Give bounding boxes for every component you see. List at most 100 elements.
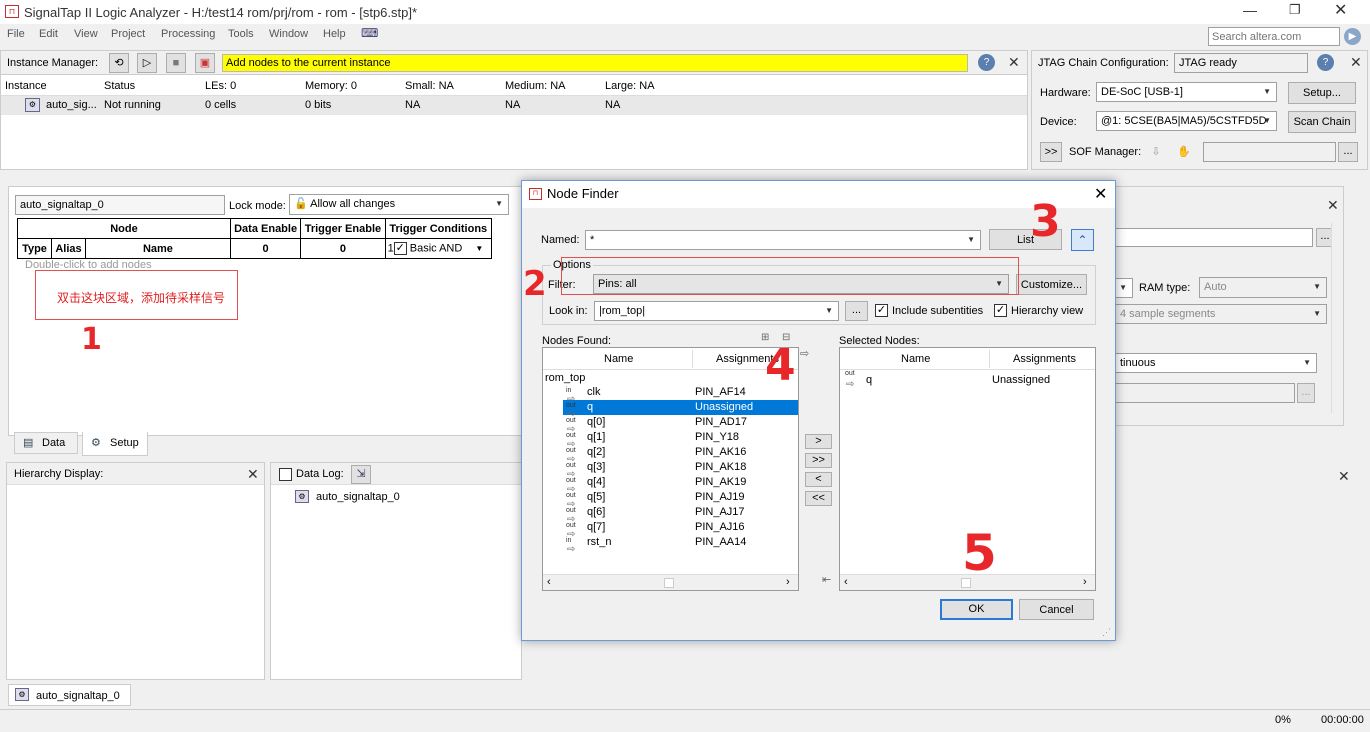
search-go-icon[interactable]: ▶ [1344,28,1361,45]
cancel-button[interactable]: Cancel [1019,599,1094,620]
add-all-button[interactable]: >> [805,453,832,468]
col-instance[interactable]: Instance [5,80,47,92]
menu-tools[interactable]: Tools [228,28,254,40]
sample-depth-select[interactable] [1115,278,1133,298]
col-status[interactable]: Status [104,80,135,92]
read-data-icon[interactable]: ▣ [195,53,215,73]
data-enable-header: Data Enable [229,218,302,239]
node-row[interactable]: out ⇨ q[7] PIN_AJ16 [543,520,798,540]
nodes-found-list[interactable]: Name Assignments rom_top in⇨clkPIN_AF14o… [542,347,799,591]
lookin-select[interactable]: |rom_top| [594,301,839,321]
lookin-browse-button[interactable]: ... [845,301,868,321]
col-assignments-header[interactable]: Assignments [1013,353,1076,365]
remove-selected-button[interactable]: < [805,472,832,487]
right-vscroll[interactable] [1331,223,1343,413]
run-icon[interactable]: ▷ [137,53,157,73]
search-input[interactable] [1208,27,1340,46]
named-input[interactable]: * [585,230,981,250]
col-small[interactable]: Small: NA [405,80,454,92]
sof-expand-button[interactable]: >> [1040,142,1062,162]
scan-chain-button[interactable]: Scan Chain [1288,111,1356,133]
node-row[interactable]: out ⇨ q[2] PIN_AK16 [543,445,798,465]
stop-program-icon[interactable]: ✋ [1173,142,1195,162]
resize-grip-icon[interactable]: ⋰ [1102,627,1111,638]
menu-processing[interactable]: Processing [161,28,215,40]
device-select[interactable]: @1: 5CSE(BA5|MA5)/5CSTFD5D [1096,111,1277,131]
customize-button[interactable]: Customize... [1016,274,1087,295]
selected-node-row[interactable]: out ⇨ q Unassigned [840,370,1095,390]
collapse-options-icon[interactable]: ⌃ [1071,229,1094,251]
nodes-found-hscroll[interactable]: ‹ › [543,574,798,590]
hierarchy-close-icon[interactable]: ✕ [247,466,259,483]
node-row[interactable]: out ⇨ q[1] PIN_Y18 [543,430,798,450]
hierarchy-view-checkbox[interactable]: ✓ [994,304,1007,317]
col-name-header[interactable]: Name [901,353,930,365]
menu-view[interactable]: View [74,28,98,40]
clock-field[interactable] [1115,228,1313,247]
close-window-icon[interactable]: ✕ [1334,0,1347,20]
node-row[interactable]: in⇨clkPIN_AF14 [543,385,798,405]
include-subentities-checkbox[interactable]: ✓ [875,304,888,317]
data-log-button-icon[interactable]: ⇲ [351,465,371,484]
signal-config-close-icon[interactable]: ✕ [1327,197,1339,214]
copy-to-selected-icon[interactable]: ⇨ [800,347,809,360]
menu-window[interactable]: Window [269,28,308,40]
stop-icon[interactable]: ■ [166,53,186,73]
remove-all-button[interactable]: << [805,491,832,506]
tab-data[interactable]: ▤ Data [14,432,78,454]
menu-file[interactable]: File [7,28,25,40]
qualifier-field[interactable] [1115,383,1295,403]
copy-from-selected-icon[interactable]: ⇤ [822,573,831,586]
node-row[interactable]: out ⇨ q[5] PIN_AJ19 [543,490,798,510]
qualifier-browse-button[interactable]: ... [1297,383,1315,403]
col-name-header[interactable]: Name [604,353,633,365]
scroll-right-icon[interactable]: › [786,576,790,588]
scroll-right-icon[interactable]: › [1083,576,1087,588]
storage-qualifier-select[interactable]: tinuous [1115,353,1317,373]
jtag-close-icon[interactable]: ✕ [1350,54,1362,71]
node-row[interactable]: in ⇨ rst_n PIN_AA14 [543,535,798,555]
add-selected-button[interactable]: > [805,434,832,449]
setup-button[interactable]: Setup... [1288,82,1356,104]
data-log-checkbox[interactable] [279,468,292,481]
col-medium[interactable]: Medium: NA [505,80,566,92]
scroll-left-icon[interactable]: ‹ [547,576,551,588]
ok-button[interactable]: OK [940,599,1013,620]
close-icon[interactable]: ✕ [1008,54,1020,71]
condition-checkbox[interactable]: ✓ [393,242,407,255]
whats-this-icon[interactable]: ⌨ [361,26,378,40]
menu-edit[interactable]: Edit [39,28,58,40]
lower-right-close-icon[interactable]: ✕ [1338,468,1350,485]
col-memory[interactable]: Memory: 0 [305,80,357,92]
bottom-tab[interactable]: ⚙ auto_signaltap_0 [8,684,131,706]
tab-setup[interactable]: ⚙ Setup [82,432,148,456]
menu-help[interactable]: Help [323,28,346,40]
node-row[interactable]: out ⇨ q[0] PIN_AD17 [543,415,798,435]
node-row[interactable]: out ⇨ q[3] PIN_AK18 [543,460,798,480]
minimize-icon[interactable]: — [1243,2,1257,18]
dialog-close-icon[interactable]: ✕ [1094,184,1107,204]
autorun-icon[interactable]: ⟲ [109,53,129,73]
node-row[interactable]: out ⇨ q Unassigned [563,400,798,420]
data-log-item[interactable]: auto_signaltap_0 [316,491,400,503]
lookin-label: Look in: [549,305,588,317]
col-les[interactable]: LEs: 0 [205,80,236,92]
node-row[interactable]: out ⇨ q[4] PIN_AK19 [543,475,798,495]
help-icon[interactable]: ? [978,54,995,71]
trigger-condition-select[interactable]: 1 ✓ Basic AND ▼ [384,238,493,259]
scroll-left-icon[interactable]: ‹ [844,576,848,588]
sof-file-field[interactable] [1203,142,1336,162]
ram-type-select[interactable]: Auto [1199,277,1327,298]
col-large[interactable]: Large: NA [605,80,655,92]
instance-row[interactable]: ⚙ auto_sig... Not running 0 cells 0 bits… [1,96,1027,115]
hardware-select[interactable]: DE-SoC [USB-1] [1096,82,1277,102]
program-device-icon[interactable]: ⇩ [1145,142,1167,162]
scroll-thumb[interactable] [664,578,674,588]
menu-project[interactable]: Project [111,28,145,40]
segments-select[interactable]: 4 sample segments [1115,304,1327,324]
lock-mode-select[interactable]: 🔓 Allow all changes [289,194,509,215]
node-row[interactable]: out ⇨ q[6] PIN_AJ17 [543,505,798,525]
sof-browse-button[interactable]: ... [1338,142,1358,162]
jtag-help-icon[interactable]: ? [1317,54,1334,71]
restore-icon[interactable]: ❐ [1289,2,1301,18]
